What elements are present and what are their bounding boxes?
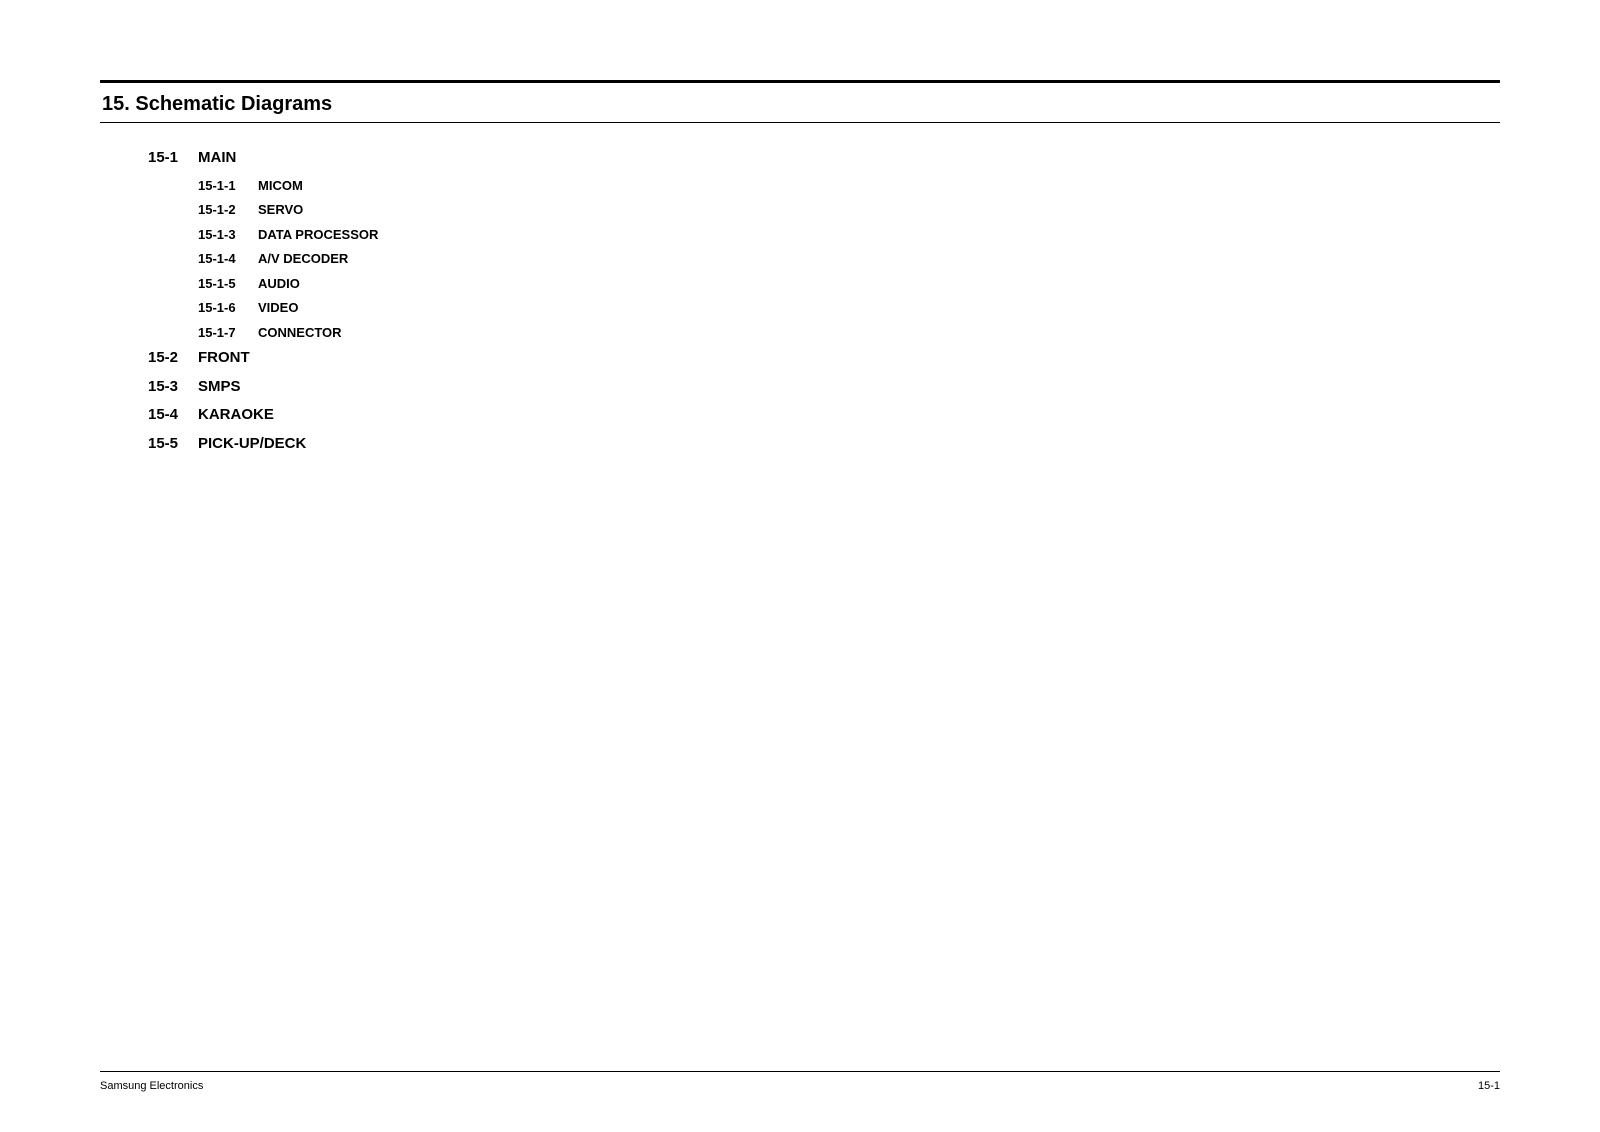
top-rule-thick: [100, 80, 1500, 83]
subsection-title: AUDIO: [258, 274, 300, 294]
section-number: 15-2: [148, 347, 198, 370]
subsection-number: 15-1-5: [198, 274, 258, 294]
title-underline: [100, 122, 1500, 123]
chapter-name: Schematic Diagrams: [135, 93, 332, 115]
chapter-title: 15. Schematic Diagrams: [100, 93, 1500, 118]
subsection-title: DATA PROCESSOR: [258, 225, 378, 245]
section-title: SMPS: [198, 376, 241, 399]
document-page: 15. Schematic Diagrams 15-1 MAIN 15-1-1 …: [0, 0, 1600, 1132]
subsection-title: A/V DECODER: [258, 249, 348, 269]
toc-subsection: 15-1-4 A/V DECODER: [148, 249, 1500, 269]
toc-section: 15-2 FRONT: [148, 347, 1500, 370]
footer-row: Samsung Electronics 15-1: [100, 1080, 1500, 1092]
section-number: 15-1: [148, 147, 198, 170]
toc-subsection: 15-1-5 AUDIO: [148, 274, 1500, 294]
footer-rule: [100, 1071, 1500, 1072]
subsection-title: MICOM: [258, 176, 303, 196]
table-of-contents: 15-1 MAIN 15-1-1 MICOM 15-1-2 SERVO 15-1…: [100, 147, 1500, 455]
toc-section: 15-3 SMPS: [148, 376, 1500, 399]
toc-subsection: 15-1-3 DATA PROCESSOR: [148, 225, 1500, 245]
subsection-number: 15-1-3: [198, 225, 258, 245]
section-number: 15-3: [148, 376, 198, 399]
toc-subsection: 15-1-2 SERVO: [148, 200, 1500, 220]
section-title: FRONT: [198, 347, 250, 370]
subsection-number: 15-1-2: [198, 200, 258, 220]
toc-section: 15-5 PICK-UP/DECK: [148, 433, 1500, 456]
section-number: 15-4: [148, 404, 198, 427]
toc-subsection: 15-1-6 VIDEO: [148, 298, 1500, 318]
toc-section: 15-1 MAIN: [148, 147, 1500, 170]
section-title: KARAOKE: [198, 404, 274, 427]
section-title: MAIN: [198, 147, 236, 170]
subsection-title: SERVO: [258, 200, 303, 220]
subsection-number: 15-1-7: [198, 323, 258, 343]
section-number: 15-5: [148, 433, 198, 456]
subsection-number: 15-1-1: [198, 176, 258, 196]
chapter-number: 15.: [102, 93, 130, 115]
subsection-title: VIDEO: [258, 298, 298, 318]
subsection-title: CONNECTOR: [258, 323, 342, 343]
footer-left: Samsung Electronics: [100, 1080, 203, 1092]
subsection-number: 15-1-6: [198, 298, 258, 318]
footer-page-number: 15-1: [1478, 1080, 1500, 1092]
subsection-number: 15-1-4: [198, 249, 258, 269]
page-footer: Samsung Electronics 15-1: [100, 1071, 1500, 1092]
toc-subsection: 15-1-1 MICOM: [148, 176, 1500, 196]
toc-section: 15-4 KARAOKE: [148, 404, 1500, 427]
toc-subsection: 15-1-7 CONNECTOR: [148, 323, 1500, 343]
section-title: PICK-UP/DECK: [198, 433, 306, 456]
